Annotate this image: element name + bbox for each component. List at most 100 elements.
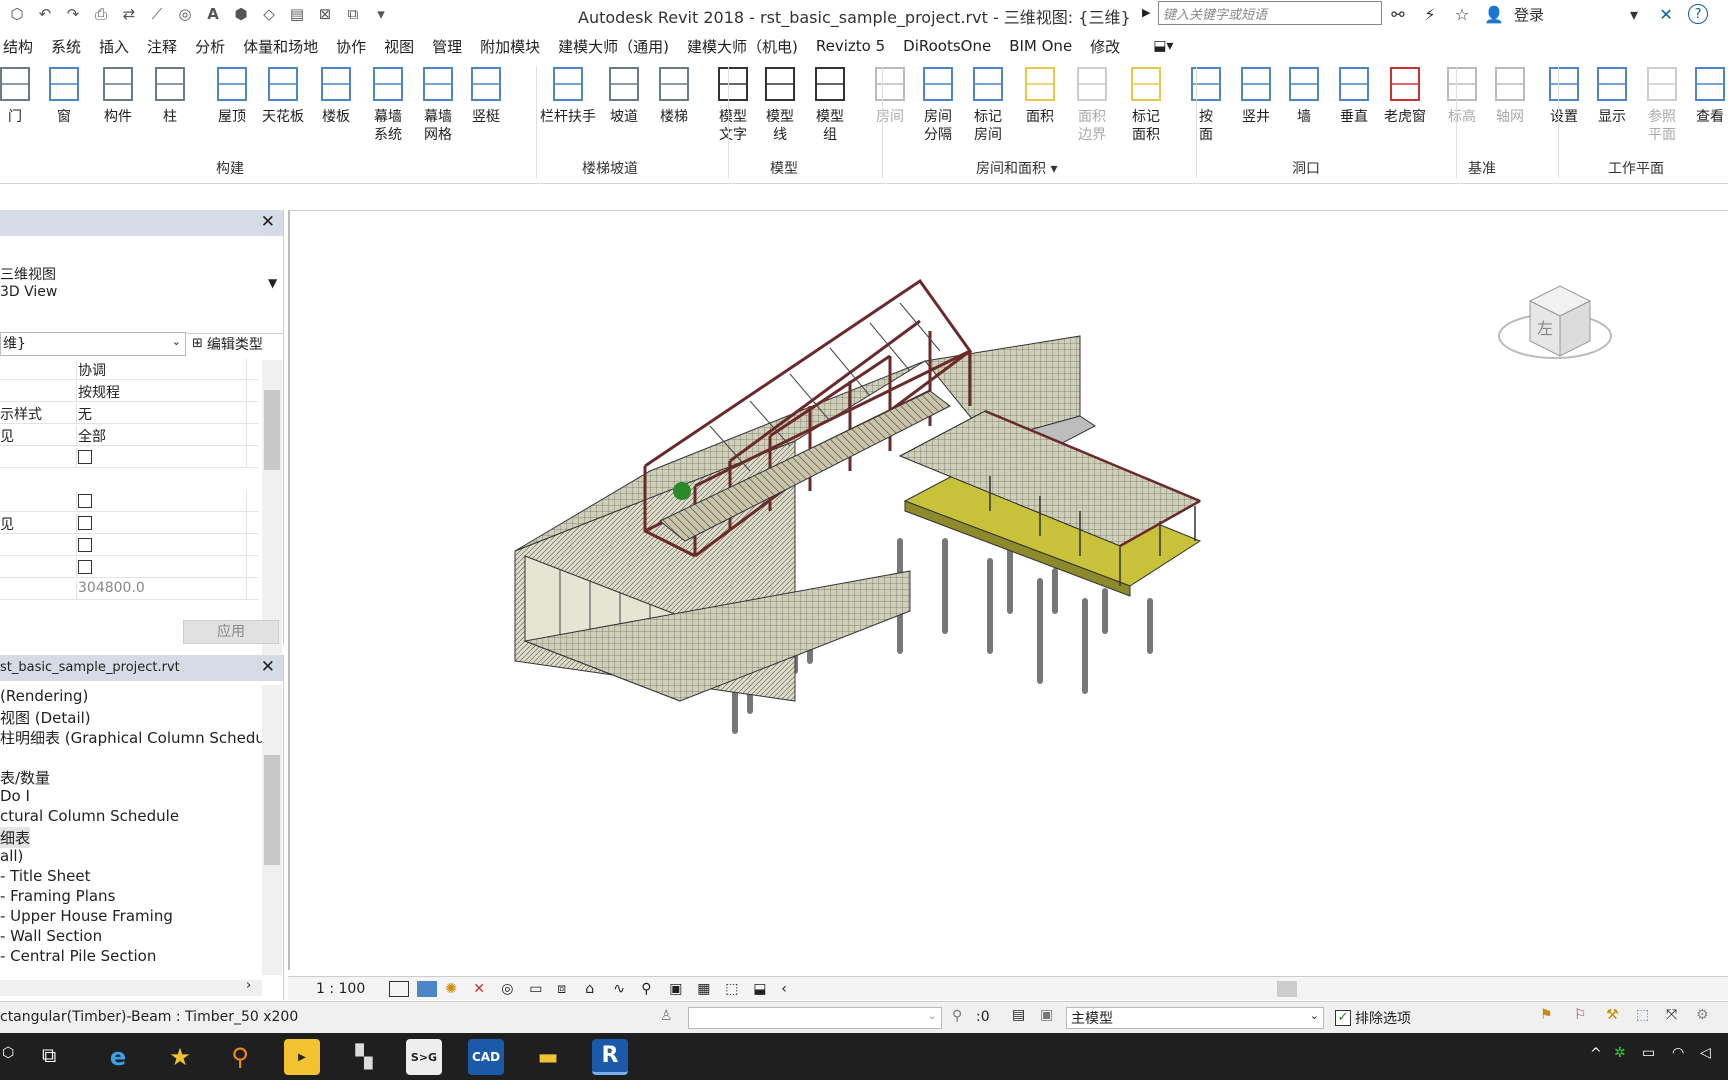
visual-style-icon[interactable] xyxy=(417,980,438,997)
ribbon-button-component[interactable]: 构件 xyxy=(98,64,138,126)
property-checkbox[interactable] xyxy=(78,538,92,552)
ribbon-button-area-boundary[interactable]: 面积 边界 xyxy=(1072,64,1112,144)
start-edge-icon[interactable]: ⬡ xyxy=(2,1045,14,1061)
property-checkbox[interactable] xyxy=(78,516,92,530)
task-view-icon[interactable]: ⧉ xyxy=(42,1043,56,1067)
exchange-x-icon[interactable]: ✕ xyxy=(1654,2,1678,26)
menu-tab[interactable]: 注释 xyxy=(138,36,186,57)
ribbon-button-model-text[interactable]: 模型 文字 xyxy=(713,64,753,144)
ribbon-button-grid[interactable]: 轴网 xyxy=(1490,64,1530,126)
ribbon-button-tag-area[interactable]: 标记 面积 xyxy=(1126,64,1166,144)
property-value[interactable]: 协调 xyxy=(76,360,106,380)
ribbon-button-railing[interactable]: 栏杆扶手 xyxy=(540,64,596,126)
print-icon[interactable]: ⎙ xyxy=(90,3,112,25)
menu-tab[interactable]: 建模大师（通用) xyxy=(549,36,678,57)
checkbox-checked-icon[interactable]: ✓ xyxy=(1335,1010,1351,1026)
browser-tree-item[interactable]: - Wall Section xyxy=(0,927,102,945)
close-hidden-icon[interactable]: ⊠ xyxy=(314,3,336,25)
scroll-right-icon[interactable]: › xyxy=(246,978,251,993)
highlight-displacement-icon[interactable]: ⬚ xyxy=(725,981,745,997)
file-explorer-icon[interactable]: ▬ xyxy=(530,1039,566,1075)
ribbon-button-vertical-opening[interactable]: 垂直 xyxy=(1334,64,1374,126)
ribbon-button-stair[interactable]: 楼梯 xyxy=(654,64,694,126)
qa-customize-icon[interactable]: ▾ xyxy=(370,3,392,25)
select-links-icon[interactable]: ⚑ xyxy=(1540,1007,1553,1023)
browser-tree-item[interactable]: 表/数量 xyxy=(0,767,50,788)
browser-tree-item[interactable]: - Central Pile Section xyxy=(0,947,156,965)
menu-tab[interactable]: 协作 xyxy=(327,36,375,57)
volume-icon[interactable]: ◁ xyxy=(1700,1045,1711,1061)
ribbon-toggle-icon[interactable]: ⬓▾ xyxy=(1153,38,1173,54)
cad-app-icon[interactable]: CAD xyxy=(468,1039,504,1075)
dropdown-icon[interactable]: ▾ xyxy=(1622,2,1646,26)
3d-viewport[interactable]: 左 xyxy=(288,210,1728,970)
ribbon-group-label[interactable]: 房间和面积 ▾ xyxy=(976,158,1057,178)
property-value[interactable] xyxy=(76,492,92,512)
binoculars-icon[interactable]: ⚯ xyxy=(1386,2,1410,26)
browser-tree-item[interactable]: - Framing Plans xyxy=(0,887,115,905)
browser-tree-item[interactable]: Do I xyxy=(0,787,30,805)
workset-dropdown[interactable]: ⌄ xyxy=(688,1007,942,1029)
ribbon-button-area[interactable]: 面积 xyxy=(1020,64,1060,126)
menu-tab[interactable]: DiRootsOne xyxy=(894,37,1000,55)
ribbon-button-model-line[interactable]: 模型 线 xyxy=(760,64,800,144)
worksets-icon[interactable]: ♙ xyxy=(660,1008,673,1024)
search-app-icon[interactable]: ⚲ xyxy=(222,1039,258,1075)
dimension-icon[interactable]: ⟋ xyxy=(146,3,168,25)
ribbon-button-room-separator[interactable]: 房间 分隔 xyxy=(918,64,958,144)
property-value[interactable] xyxy=(76,514,92,534)
tag-icon[interactable]: ◎ xyxy=(174,3,196,25)
menu-tab[interactable]: BIM One xyxy=(1000,37,1081,55)
switch-windows-icon[interactable]: ⧉ xyxy=(342,3,364,25)
property-checkbox[interactable] xyxy=(78,450,92,464)
browser-tree-item[interactable]: 细表 xyxy=(0,827,31,848)
ribbon-button-curtain-grid[interactable]: 幕墙 网格 xyxy=(418,64,458,144)
ribbon-button-show-workplane[interactable]: 显示 xyxy=(1592,64,1632,126)
wifi-icon[interactable]: ◠ xyxy=(1672,1045,1684,1061)
help-icon[interactable]: ? xyxy=(1686,2,1710,26)
menu-tab[interactable]: Revizto 5 xyxy=(807,37,894,55)
sun-path-icon[interactable]: ✺ xyxy=(445,981,465,997)
ribbon-button-ref-plane[interactable]: 参照 平面 xyxy=(1642,64,1682,144)
design-options-icon[interactable]: ▤ xyxy=(1012,1007,1025,1023)
favorites-star-icon[interactable]: ☆ xyxy=(1450,2,1474,26)
color-app-icon[interactable]: ▚ xyxy=(346,1039,382,1075)
horizontal-scrollbar[interactable]: › xyxy=(0,978,262,996)
ribbon-button-curtain-system[interactable]: 幕墙 系统 xyxy=(368,64,408,144)
3d-view-icon[interactable]: ⬢ xyxy=(230,3,252,25)
close-icon[interactable]: ✕ xyxy=(261,657,275,677)
favorites-app-icon[interactable]: ★ xyxy=(162,1039,198,1075)
property-checkbox[interactable] xyxy=(78,560,92,574)
exclude-options-toggle[interactable]: ✓ 排除选项 xyxy=(1335,1008,1411,1028)
property-checkbox[interactable] xyxy=(78,494,92,508)
ribbon-button-window[interactable]: 窗 xyxy=(44,64,84,126)
analytical-icon[interactable]: ▦ xyxy=(697,981,717,997)
lock-view-icon[interactable]: ⌂ xyxy=(585,981,605,997)
property-value[interactable] xyxy=(76,448,92,468)
measure-icon[interactable]: ⇄ xyxy=(118,3,140,25)
show-crop-icon[interactable]: ⧈ xyxy=(557,981,577,997)
crop-view-icon[interactable]: ▭ xyxy=(529,981,549,997)
browser-tree-item[interactable]: all) xyxy=(0,847,23,865)
menu-tab[interactable]: 管理 xyxy=(423,36,471,57)
ribbon-button-door[interactable]: 门 xyxy=(0,64,35,126)
browser-tree-item[interactable]: ctural Column Schedule xyxy=(0,807,179,825)
ribbon-button-ramp[interactable]: 坡道 xyxy=(604,64,644,126)
ribbon-button-set-workplane[interactable]: 设置 xyxy=(1544,64,1584,126)
ribbon-button-tag-room[interactable]: 标记 房间 xyxy=(968,64,1008,144)
ribbon-button-wall-opening[interactable]: 墙 xyxy=(1284,64,1324,126)
select-by-face-icon[interactable]: ⬚ xyxy=(1636,1007,1649,1023)
instance-filter-dropdown[interactable]: 维} ⌄ xyxy=(0,332,186,356)
browser-tree-item[interactable]: (Rendering) xyxy=(0,687,88,705)
subscription-icon[interactable]: ⚡ xyxy=(1418,2,1442,26)
ribbon-button-by-face[interactable]: 按 面 xyxy=(1186,64,1226,144)
ribbon-button-mullion[interactable]: 竖梃 xyxy=(466,64,506,126)
constraints-icon[interactable]: ⬓ xyxy=(753,981,773,997)
converter-app-icon[interactable]: S>G xyxy=(406,1039,442,1075)
shadows-icon[interactable]: ✕ xyxy=(473,981,493,997)
ribbon-button-model-group[interactable]: 模型 组 xyxy=(810,64,850,144)
property-value[interactable]: 无 xyxy=(76,404,92,424)
scroll-left-icon[interactable]: ‹ xyxy=(781,981,787,997)
drag-elements-icon[interactable]: ⤧ xyxy=(1666,1007,1677,1023)
app-menu-icon[interactable]: ⬡ xyxy=(6,3,28,25)
